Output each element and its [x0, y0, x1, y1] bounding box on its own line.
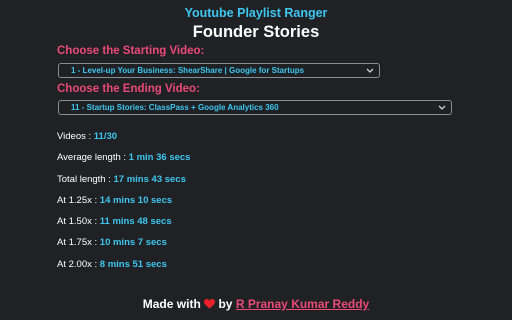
starting-video-selected: 1 - Level-up Your Business: ShearShare |… [71, 66, 305, 75]
speed-1-75: At 1.75x : 10 mins 7 secs [57, 237, 167, 248]
author-link[interactable]: R Pranay Kumar Reddy [236, 297, 369, 311]
average-length-label: Average length : [57, 152, 129, 163]
by-text: by [218, 297, 233, 311]
videos-label: Videos : [57, 131, 94, 142]
videos-count: Videos : 11/30 [57, 131, 117, 142]
ending-video-selected: 11 - Startup Stories: ClassPass + Google… [71, 103, 279, 112]
speed-1-50-value: 11 mins 48 secs [99, 216, 172, 227]
ending-video-select[interactable]: 11 - Startup Stories: ClassPass + Google… [58, 100, 452, 115]
made-with-text: Made with [142, 297, 201, 311]
speed-1-50-label: At 1.50x : [57, 216, 100, 227]
speed-2-00-label: At 2.00x : [57, 259, 100, 270]
chevron-down-icon [366, 68, 374, 73]
total-length: Total length : 17 mins 43 secs [57, 174, 186, 185]
speed-1-25-label: At 1.25x : [57, 195, 100, 206]
total-length-value: 17 mins 43 secs [113, 174, 186, 185]
chevron-down-icon [438, 105, 446, 110]
average-length-value: 1 min 36 secs [128, 152, 191, 163]
heart-icon [204, 299, 216, 309]
speed-1-75-value: 10 mins 7 secs [99, 237, 167, 248]
footer: Made with by R Pranay Kumar Reddy [0, 297, 512, 311]
videos-value: 11/30 [93, 131, 118, 142]
speed-1-50: At 1.50x : 11 mins 48 secs [57, 216, 172, 227]
playlist-title: Founder Stories [192, 23, 320, 41]
speed-2-00: At 2.00x : 8 mins 51 secs [57, 259, 167, 270]
total-length-label: Total length : [57, 174, 114, 185]
starting-video-select[interactable]: 1 - Level-up Your Business: ShearShare |… [58, 63, 380, 78]
starting-video-label: Choose the Starting Video: [57, 45, 205, 57]
popup-window: Youtube Playlist Ranger Founder Stories … [0, 0, 512, 320]
ending-video-label: Choose the Ending Video: [57, 83, 200, 95]
speed-1-25: At 1.25x : 14 mins 10 secs [57, 195, 172, 206]
speed-1-25-value: 14 mins 10 secs [99, 195, 173, 206]
app-title: Youtube Playlist Ranger [184, 6, 328, 20]
speed-2-00-value: 8 mins 51 secs [99, 259, 167, 270]
average-length: Average length : 1 min 36 secs [57, 152, 190, 163]
speed-1-75-label: At 1.75x : [57, 237, 100, 248]
